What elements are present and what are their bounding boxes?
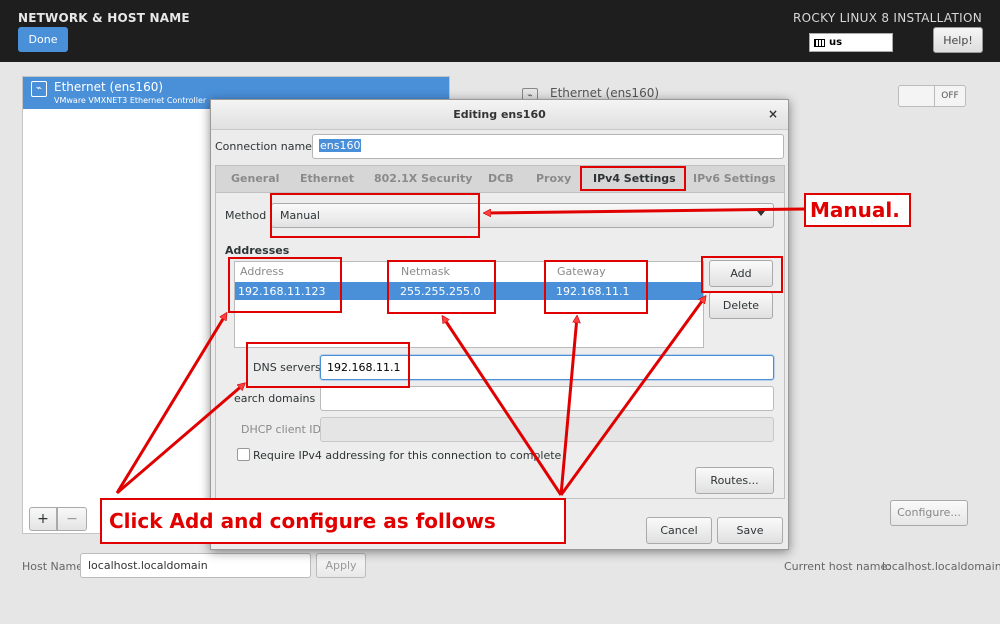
device-description: VMware VMXNET3 Ethernet Controller [54,96,207,105]
ethernet-icon: ⌁ [31,81,47,97]
keyboard-icon [814,38,825,47]
highlight-ipv4-tab [580,166,686,191]
keyboard-layout-label: us [829,37,843,48]
addresses-heading: Addresses [225,244,290,257]
highlight-address [228,257,342,313]
highlight-dns [246,342,410,388]
highlight-method [270,193,480,238]
cancel-button[interactable]: Cancel [646,517,712,544]
routes-button[interactable]: Routes... [695,467,774,494]
highlight-gateway [544,260,648,314]
annotation-click-add-note: Click Add and configure as follows [100,498,566,544]
apply-button[interactable]: Apply [316,553,366,578]
search-domains-label: earch domains [234,392,316,405]
tab-ipv6-settings[interactable]: IPv6 Settings [693,172,776,185]
connection-name-input[interactable]: ens160 [312,134,784,159]
connection-name-value: ens160 [319,139,362,152]
save-button[interactable]: Save [717,517,783,544]
highlight-netmask [387,260,496,314]
tab-ethernet[interactable]: Ethernet [300,172,354,185]
installer-title: ROCKY LINUX 8 INSTALLATION [793,11,982,25]
current-host-name-label: Current host name: [784,560,891,573]
help-button[interactable]: Help! [933,27,983,53]
dhcp-client-id-label: DHCP client ID [241,423,321,436]
top-bar [0,0,1000,62]
tab-dcb[interactable]: DCB [488,172,514,185]
remove-device-button[interactable]: − [57,507,87,531]
host-name-input[interactable]: localhost.localdomain [80,553,311,578]
host-name-label: Host Name: [22,560,87,573]
connection-name-label: Connection name [215,140,312,153]
device-toggle-label: OFF [934,86,965,106]
dialog-title: Editing ens160 [453,108,546,121]
annotation-manual-note: Manual. [804,193,911,227]
search-domains-input[interactable] [320,386,774,411]
keyboard-layout-indicator[interactable]: us [809,33,893,52]
done-button[interactable]: Done [18,27,68,52]
device-name: Ethernet (ens160) [54,80,164,94]
require-ipv4-checkbox[interactable] [237,448,250,461]
configure-button[interactable]: Configure... [890,500,968,526]
require-ipv4-label: Require IPv4 addressing for this connect… [253,449,562,462]
dhcp-client-id-input[interactable] [320,417,774,442]
dropdown-arrow-icon [757,211,765,216]
device-detail-name: Ethernet (ens160) [550,86,660,100]
close-icon[interactable]: × [768,107,778,121]
tab-general[interactable]: General [231,172,279,185]
current-host-name-value: localhost.localdomain [882,560,1000,573]
tab-8021x-security[interactable]: 802.1X Security [374,172,472,185]
method-label: Method [225,209,267,222]
tab-proxy[interactable]: Proxy [536,172,571,185]
add-device-button[interactable]: + [29,507,57,531]
delete-address-button[interactable]: Delete [709,292,773,319]
page-title: NETWORK & HOST NAME [18,11,190,25]
highlight-add-button [701,256,783,293]
